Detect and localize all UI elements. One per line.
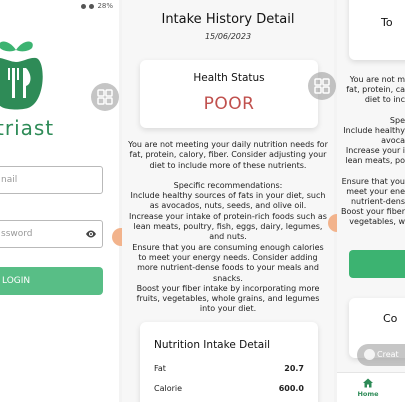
nutrition-value: 20.7 [284,364,304,373]
password-placeholder: ssword [1,229,33,239]
partial-text-line: fat, protein, ca [346,85,405,94]
partial-text-line: nutrient-dens [350,197,405,206]
health-status-value: POOR [203,94,255,114]
health-status-card: Health Status POOR [140,60,318,128]
grid-icon [97,89,113,105]
nutrition-row-fat: Fat 20.7 [154,364,304,373]
brand-name: triast [0,116,55,140]
bottom-nav: Home [337,372,405,402]
partial-text-line: Increase your i [345,146,405,155]
eye-icon[interactable] [85,228,97,240]
nav-home-label: Home [357,390,379,398]
health-status-label: Health Status [193,72,265,84]
nutrition-row-calorie: Calorie 600.0 [154,384,304,393]
recommendation-item: Ensure that you are consuming enough cal… [132,242,324,283]
partial-text-line: vegetables, w [349,217,405,226]
nutrition-label: Fat [154,364,166,373]
detail-card-label: Co [383,312,398,325]
create-label: Creat [377,350,399,359]
grid-icon [314,78,330,94]
nutrition-value: 600.0 [278,384,304,393]
password-field[interactable]: ssword [0,220,103,248]
nutrition-summary: You are not meeting your daily nutrition… [128,140,328,170]
partial-text-line: Spe [389,116,405,125]
login-screen-partial: 28% triast nail ssword LOGIN [0,0,119,402]
email-placeholder: nail [1,175,18,185]
nav-tab-home[interactable]: Home [353,375,383,398]
partial-text-line: You are not m [349,75,405,84]
partial-text-line: Include healthy [343,126,405,135]
nutrition-intake-card: Nutrition Intake Detail Fat 20.7 Calorie… [140,322,318,402]
battery-percent: 28% [97,2,113,10]
add-icon [364,349,375,360]
partial-text-line: Boost your fiber [341,207,405,216]
partial-text-line: Ensure that you [341,177,405,186]
partial-text-line: lean meats, po [345,156,405,165]
page-title: Intake History Detail [161,12,295,27]
partial-text-line: avoca [381,136,405,145]
recommendations-heading: Specific recommendations: [173,180,283,190]
login-button[interactable]: LOGIN [0,267,103,295]
overlay-grid-button-right[interactable] [308,72,336,100]
intake-date: 15/06/2023 [204,32,252,41]
recommendation-text: You are not meeting your daily nutrition… [128,140,328,315]
recommendation-item: Increase your intake of protein-rich foo… [129,211,327,242]
app-logo-icon [0,41,43,110]
wifi-icon [89,3,95,9]
home-icon [363,378,373,388]
summary-card-label: To [381,16,393,29]
overlay-grid-button-left[interactable] [91,83,119,111]
email-field[interactable]: nail [0,166,103,194]
adjacent-screen-partial: To You are not m fat, protein, ca diet t… [337,0,405,402]
nutrition-intake-title: Nutrition Intake Detail [154,339,271,351]
create-button[interactable]: Creat [357,344,405,366]
signal-icon [81,3,87,9]
recommendation-item: Include healthy sources of fats in your … [130,191,326,211]
summary-card-partial [349,0,405,60]
nutrition-label: Calorie [154,384,183,393]
intake-history-detail-screen: Intake History Detail 15/06/2023 Health … [122,0,334,402]
recommendation-item: Boost your fiber intake by incorporating… [136,283,320,314]
status-bar: 28% [81,2,113,10]
partial-text-line: diet to inc [364,95,405,104]
action-button-partial[interactable] [349,250,405,278]
partial-text-line: meet your ene [346,187,405,196]
